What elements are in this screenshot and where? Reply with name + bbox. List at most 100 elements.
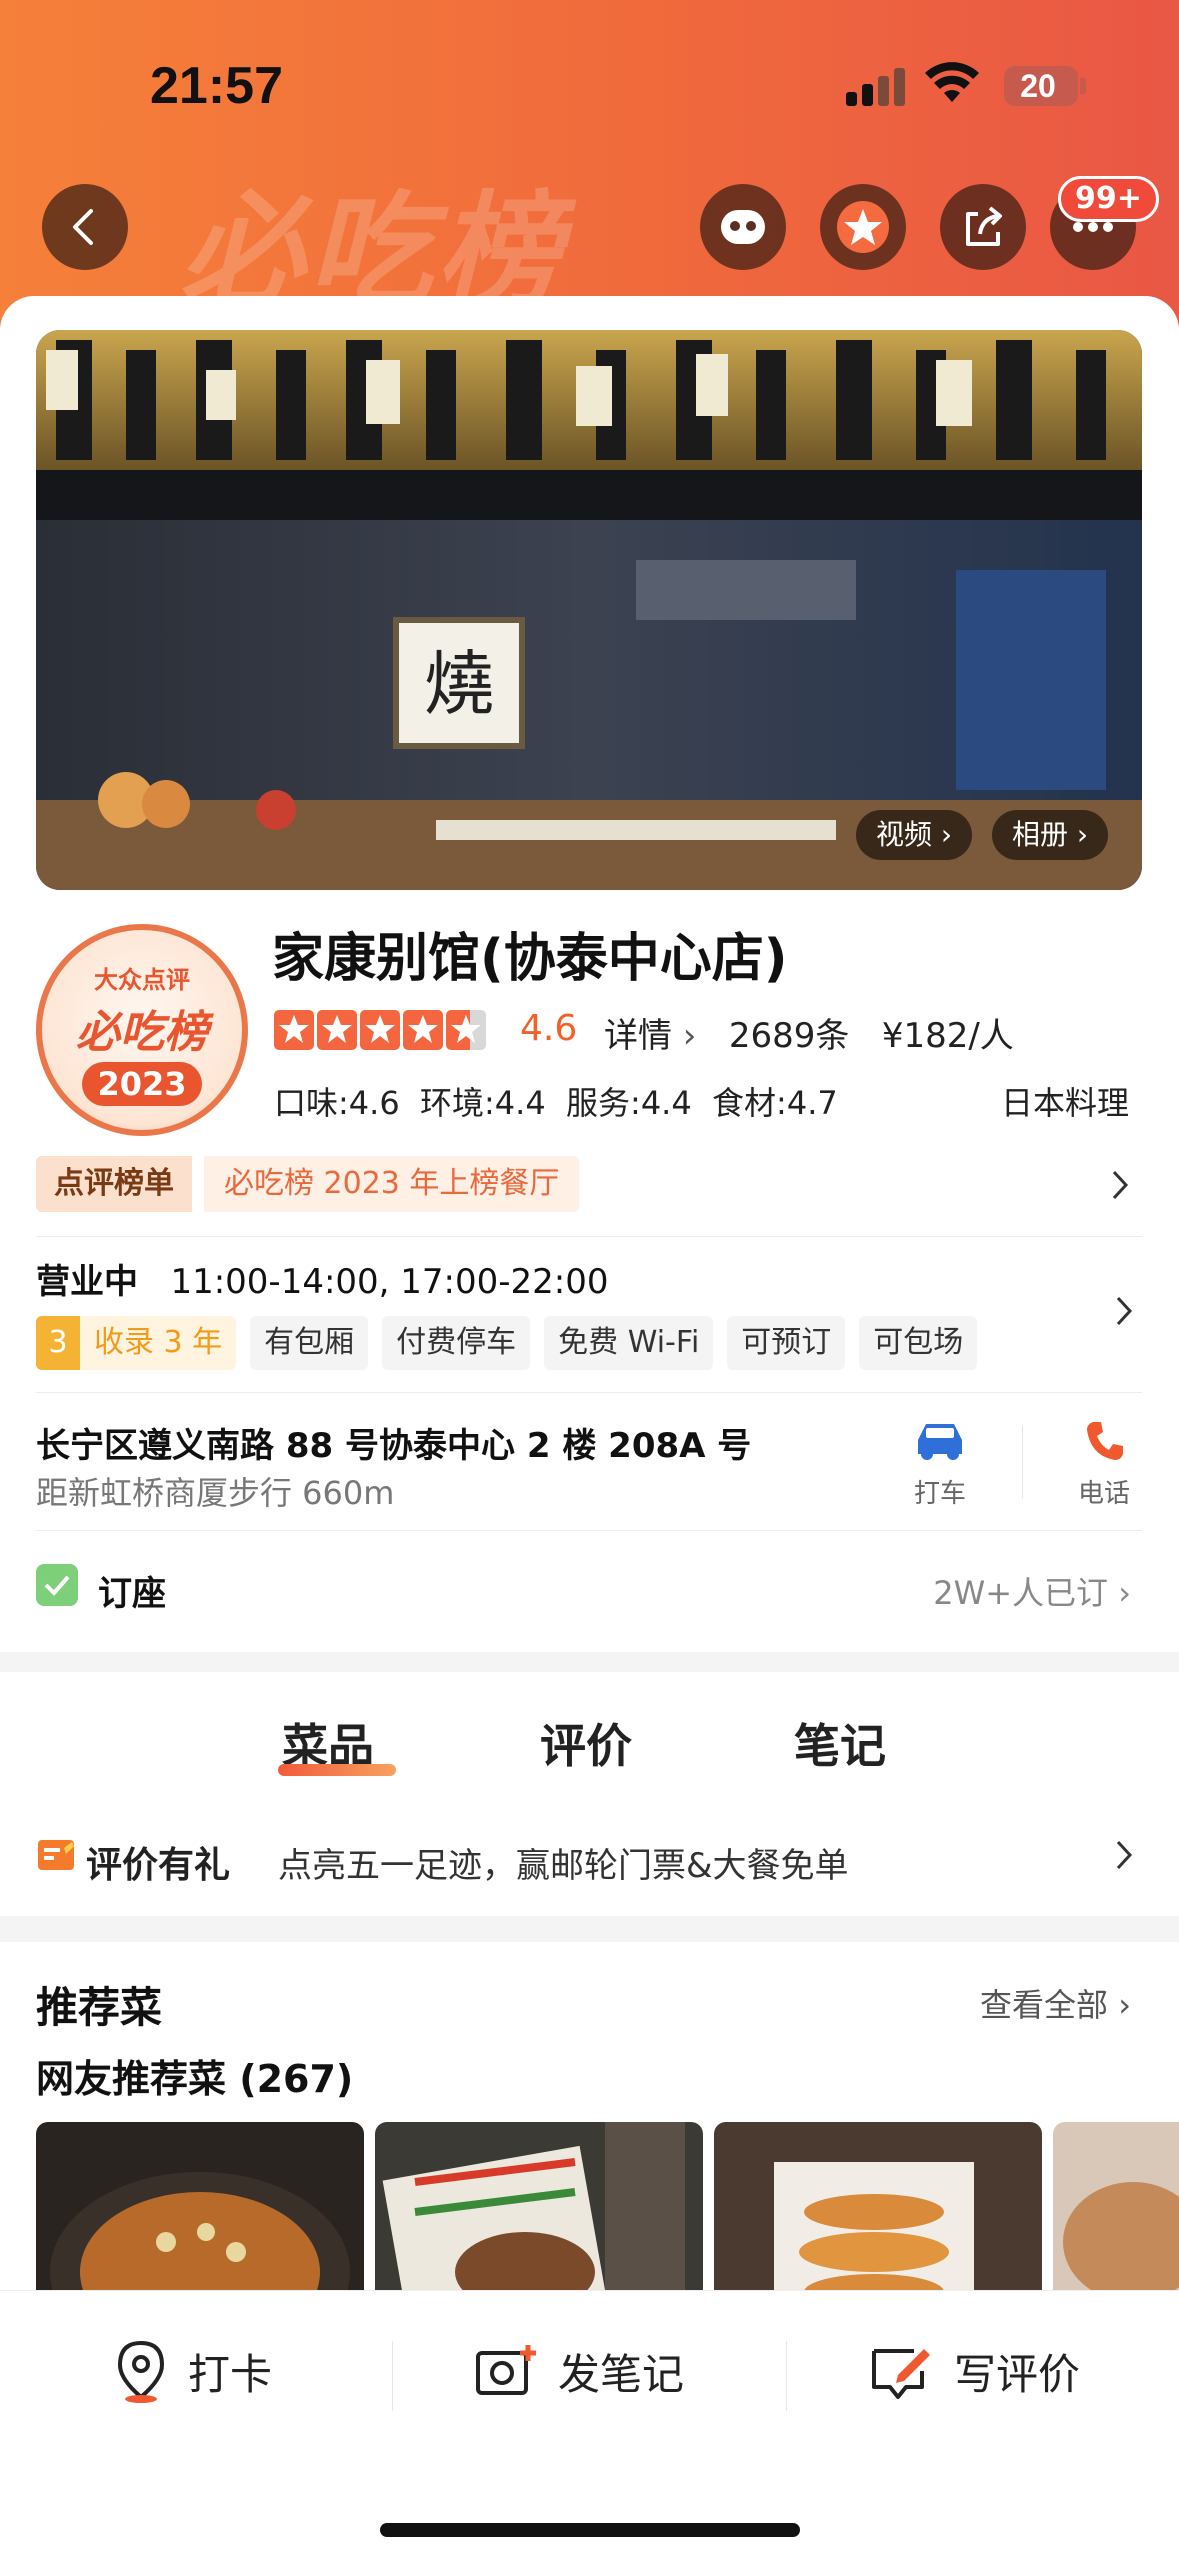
phone-icon bbox=[1087, 1422, 1123, 1460]
divider bbox=[392, 2341, 393, 2411]
badge-title: 必吃榜 bbox=[76, 1007, 208, 1058]
divider bbox=[1022, 1426, 1023, 1498]
back-button[interactable] bbox=[42, 184, 128, 270]
status-time: 21:57 bbox=[150, 57, 283, 115]
location-pin-icon bbox=[117, 2340, 165, 2403]
review-count: 2689条 bbox=[728, 1016, 850, 1056]
tab-reviews[interactable]: 评价 bbox=[540, 1710, 632, 1776]
star-icon bbox=[274, 1010, 314, 1050]
phone-label: 电话 bbox=[1077, 1479, 1130, 1509]
content-tabs: 菜品 评价 笔记 bbox=[0, 1672, 1179, 1790]
divider bbox=[36, 1392, 1142, 1393]
ranking-tag: 点评榜单 bbox=[36, 1156, 192, 1212]
rating-score: 4.6 bbox=[520, 1008, 578, 1049]
dish-image bbox=[774, 2162, 974, 2292]
view-all-label: 查看全部 bbox=[980, 1986, 1109, 2024]
chevron-right-icon bbox=[1116, 1840, 1133, 1870]
shop-info-card: 燒 视频 › 相册 › 大众点评 必吃榜 2023 家康别馆(协泰中心店) 4.… bbox=[0, 296, 1179, 1652]
review-promo-banner[interactable]: 评价有礼 点亮五一足迹，赢邮轮门票&大餐免单 bbox=[0, 1790, 1179, 1916]
car-icon bbox=[918, 1424, 962, 1460]
avg-price: ¥182/人 bbox=[881, 1016, 1014, 1056]
divider bbox=[36, 1236, 1142, 1237]
album-button[interactable]: 相册 › bbox=[992, 810, 1109, 860]
dish-photo[interactable] bbox=[375, 2122, 703, 2292]
checkin-label: 打卡 bbox=[188, 2349, 273, 2399]
booking-count[interactable]: 2W+人已订 › bbox=[933, 1568, 1131, 1614]
tab-notes[interactable]: 笔记 bbox=[794, 1710, 886, 1776]
booking-count-text: 2W+人已订 bbox=[933, 1574, 1109, 1612]
rating-meta: 详情 › 2689条 ¥182/人 bbox=[604, 1016, 1014, 1056]
hero-photo[interactable]: 燒 视频 › 相册 › bbox=[36, 330, 1142, 890]
taxi-button[interactable]: 打车 bbox=[890, 1416, 990, 1510]
taxi-label: 打车 bbox=[913, 1479, 966, 1509]
post-note-button[interactable]: 发笔记 bbox=[474, 2331, 684, 2411]
chevron-left-icon bbox=[73, 209, 93, 245]
star-icon bbox=[403, 1010, 443, 1050]
tag-free-wifi: 免费 Wi-Fi bbox=[544, 1316, 714, 1370]
battery-icon: 20 bbox=[1004, 66, 1078, 106]
write-review-icon bbox=[872, 2349, 930, 2399]
video-button[interactable]: 视频 › bbox=[856, 810, 973, 860]
divider bbox=[36, 1530, 1142, 1531]
robot-icon bbox=[721, 210, 765, 244]
home-indicator bbox=[380, 2523, 800, 2537]
collected-years-tag: 3 收录 3 年 bbox=[36, 1316, 237, 1370]
cellular-signal-icon bbox=[846, 66, 906, 106]
dish-image bbox=[50, 2172, 350, 2292]
bottom-action-bar: 打卡 发笔记 写评价 bbox=[0, 2290, 1179, 2556]
write-review-button[interactable]: 写评价 bbox=[870, 2331, 1080, 2411]
view-all-link[interactable]: 查看全部 › bbox=[980, 1980, 1131, 2026]
shop-name: 家康别馆(协泰中心店) bbox=[272, 929, 788, 989]
dish-photo[interactable] bbox=[1053, 2122, 1179, 2292]
promo-text: 点亮五一足迹，赢邮轮门票&大餐免单 bbox=[278, 1846, 849, 1886]
tag-reservable: 可预订 bbox=[727, 1316, 846, 1370]
active-tab-indicator bbox=[278, 1764, 396, 1776]
phone-button[interactable]: 电话 bbox=[1054, 1416, 1154, 1510]
share-icon bbox=[966, 206, 1002, 246]
booking-label[interactable]: 订座 bbox=[98, 1566, 166, 1615]
address-line[interactable]: 长宁区遵义南路 88 号协泰中心 2 楼 208A 号 bbox=[36, 1418, 751, 1467]
star-icon bbox=[837, 201, 889, 253]
cuisine-type: 日本料理 bbox=[1000, 1084, 1129, 1122]
svg-text:燒: 燒 bbox=[424, 643, 494, 725]
status-bar: 21:57 20 bbox=[0, 0, 1179, 170]
camera-plus-icon bbox=[476, 2345, 536, 2395]
collected-years-num: 3 bbox=[36, 1316, 80, 1370]
battery-cap bbox=[1080, 78, 1086, 94]
ranking-text: 必吃榜 2023 年上榜餐厅 bbox=[204, 1156, 580, 1212]
address-distance: 距新虹桥商厦步行 660m bbox=[36, 1474, 395, 1512]
dish-photo[interactable] bbox=[714, 2122, 1042, 2292]
message-badge: 99+ bbox=[1058, 176, 1159, 222]
dish-image bbox=[1063, 2182, 1179, 2292]
details-link[interactable]: 详情 bbox=[604, 1016, 672, 1056]
video-label: 视频 bbox=[876, 818, 933, 851]
dish-image bbox=[382, 2122, 685, 2292]
favorite-button[interactable] bbox=[820, 184, 906, 270]
share-button[interactable] bbox=[940, 184, 1026, 270]
tag-paid-parking: 付费停车 bbox=[382, 1316, 531, 1370]
assistant-button[interactable] bbox=[700, 184, 786, 270]
checkin-button[interactable]: 打卡 bbox=[112, 2331, 272, 2411]
tag-private-room: 有包厢 bbox=[250, 1316, 369, 1370]
business-hours[interactable]: 营业中 11:00-14:00, 17:00-22:00 bbox=[36, 1254, 609, 1303]
chevron-right-icon bbox=[1112, 1170, 1129, 1200]
chevron-right-icon[interactable] bbox=[1112, 1294, 1136, 1328]
recommend-subtitle: 网友推荐菜 (267) bbox=[36, 2057, 354, 2101]
recommend-title: 推荐菜 bbox=[36, 1983, 163, 2032]
open-times: 11:00-14:00, 17:00-22:00 bbox=[170, 1262, 609, 1302]
dish-photo[interactable] bbox=[36, 2122, 364, 2292]
open-status: 营业中 bbox=[36, 1262, 138, 1302]
collected-years-text: 收录 3 年 bbox=[94, 1325, 223, 1360]
rating-stars bbox=[274, 1010, 489, 1054]
star-icon bbox=[317, 1010, 357, 1050]
recommended-dishes: 推荐菜 查看全部 › 网友推荐菜 (267) bbox=[0, 1942, 1179, 2292]
post-note-label: 发笔记 bbox=[558, 2349, 685, 2399]
star-icon bbox=[360, 1010, 400, 1050]
review-gift-icon bbox=[38, 1840, 74, 1870]
ranking-row[interactable]: 点评榜单 必吃榜 2023 年上榜餐厅 bbox=[36, 1156, 1142, 1212]
album-label: 相册 bbox=[1012, 818, 1069, 851]
facility-tags[interactable]: 3 收录 3 年 有包厢 付费停车 免费 Wi-Fi 可预订 可包场 bbox=[36, 1316, 978, 1370]
restaurant-interior-image: 燒 bbox=[36, 330, 1142, 890]
booking-check-icon bbox=[36, 1564, 78, 1606]
badge-brand: 大众点评 bbox=[94, 966, 190, 994]
